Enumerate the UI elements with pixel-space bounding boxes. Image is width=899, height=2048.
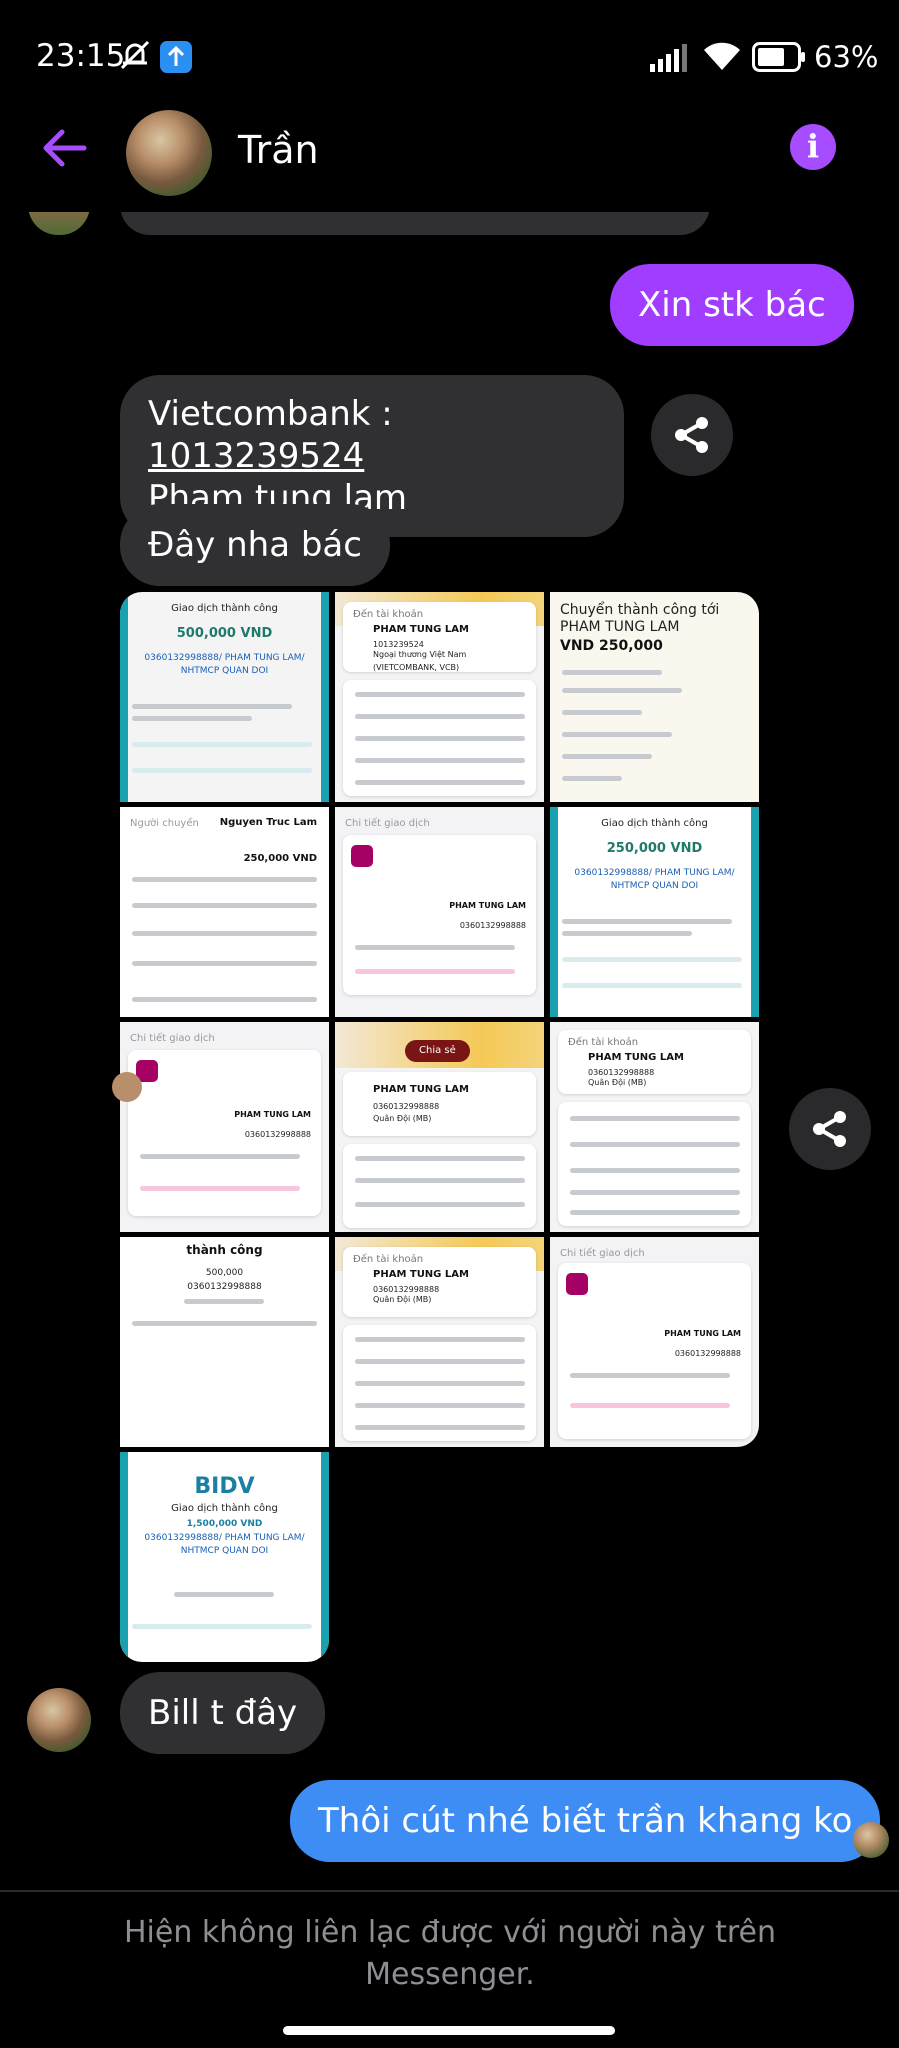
receipt-account: 0360132998888	[187, 1282, 262, 1292]
account-number-link[interactable]: 1013239524	[148, 436, 364, 476]
receipt-account: 0360132998888	[674, 1349, 741, 1358]
receipt-bank: Quân Đội (MB)	[373, 1295, 432, 1304]
muted-bell-icon	[120, 40, 150, 70]
wifi-icon	[704, 42, 740, 70]
status-time: 23:15	[36, 38, 126, 74]
message-bubble-outgoing[interactable]: Thôi cút nhé biết trần khang ko	[290, 1780, 881, 1862]
receipt-name: PHAM TUNG LAM	[373, 1084, 469, 1095]
receipt-image[interactable]: Chi tiết giao dịch PHAM TUNG LAM 0360132…	[335, 807, 544, 1017]
receipt-amount: 500,000	[205, 1268, 244, 1278]
receipt-account: 0360132998888/ PHAM TUNG LAM/ NHTMCP QUA…	[144, 1533, 305, 1556]
receipt-image[interactable]: Đến tài khoản PHAM TUNG LAM 036013299888…	[335, 1237, 544, 1447]
receipt-account: 0360132998888/ PHAM TUNG LAM/ NHTMCP QUA…	[144, 653, 305, 676]
receipt-image[interactable]: thành công 500,000 0360132998888	[120, 1237, 329, 1447]
share-chip: Chia sẻ	[405, 1040, 470, 1062]
share-icon	[675, 417, 708, 453]
message-text: Thôi cút nhé biết trần khang ko	[318, 1801, 853, 1841]
unavailable-notice: Hiện không liên lạc được với người này t…	[124, 1915, 776, 1992]
receipt-image[interactable]: Chia sẻ PHAM TUNG LAM 0360132998888 Quân…	[335, 1022, 544, 1232]
contact-avatar[interactable]	[27, 1688, 91, 1752]
receipt-account: 0360132998888	[459, 921, 526, 930]
receipt-title: Chi tiết giao dịch	[560, 1248, 645, 1259]
battery-icon	[752, 42, 805, 72]
receipt-name: PHAM TUNG LAM	[373, 624, 469, 635]
receipt-image[interactable]: Chuyển thành công tới PHAM TUNG LAM VND …	[550, 592, 759, 802]
info-icon[interactable]	[790, 124, 836, 170]
receipt-bank: Ngoại thương Việt Nam (VIETCOMBANK, VCB)	[373, 650, 467, 672]
receipt-amount: 1,500,000 VND	[186, 1519, 263, 1529]
receipt-amount: VND 250,000	[560, 638, 663, 654]
message-bubble-outgoing[interactable]: Xin stk bác	[610, 264, 854, 346]
receipt-title: Chuyển thành công tới PHAM TUNG LAM	[560, 602, 720, 635]
conversation-header: Trần	[0, 100, 899, 205]
receipt-name: PHAM TUNG LAM	[664, 1329, 741, 1338]
receipt-bank: Quân Đội (MB)	[373, 1114, 432, 1123]
signal-icon	[650, 44, 687, 72]
receipt-title: Chi tiết giao dịch	[345, 818, 430, 829]
back-arrow-icon[interactable]	[40, 126, 88, 170]
share-icon	[813, 1111, 846, 1147]
receipt-title: Đến tài khoản	[353, 1254, 424, 1265]
seen-avatar	[112, 1072, 142, 1102]
receipt-image[interactable]: Giao dịch thành công 250,000 VND 0360132…	[550, 807, 759, 1017]
receipt-title: Giao dịch thành công	[601, 818, 708, 829]
message-text: Đây nha bác	[148, 525, 362, 565]
receipt-title: thành công	[186, 1243, 263, 1257]
receipt-name: Nguyen Truc Lam	[219, 817, 317, 828]
receipt-amount: 500,000 VND	[176, 626, 273, 641]
receipt-name: PHAM TUNG LAM	[449, 901, 526, 910]
receipt-image[interactable]: Đến tài khoản PHAM TUNG LAM 036013299888…	[550, 1022, 759, 1232]
receipt-amount: 250,000 VND	[243, 853, 317, 864]
receipt-image[interactable]: Chi tiết giao dịch PHAM TUNG LAM 0360132…	[550, 1237, 759, 1447]
contact-name[interactable]: Trần	[238, 128, 319, 172]
notification-arrow-icon	[160, 41, 192, 73]
receipt-image[interactable]: Giao dịch thành công 500,000 VND 0360132…	[120, 592, 329, 802]
receipt-title: Đến tài khoản	[353, 609, 424, 620]
receipt-title: Giao dịch thành công	[171, 1503, 278, 1514]
bidv-logo: BIDV	[194, 1474, 255, 1499]
message-text: Vietcombank :	[148, 394, 393, 434]
receipt-title: Giao dịch thành công	[171, 603, 278, 614]
message-bubble-incoming[interactable]: Đây nha bác	[120, 504, 390, 586]
message-bubble-incoming[interactable]: Bill t đây	[120, 1672, 326, 1754]
receipt-title: Đến tài khoản	[568, 1037, 639, 1048]
receipt-image[interactable]: Chi tiết giao dịch PHAM TUNG LAM 0360132…	[120, 1022, 329, 1232]
receipt-amount: 250,000 VND	[606, 841, 703, 856]
seen-avatar	[853, 1822, 889, 1858]
share-button[interactable]	[651, 394, 733, 476]
message-text: Bill t đây	[148, 1693, 298, 1733]
battery-percent: 63%	[814, 40, 879, 74]
divider	[0, 1890, 899, 1892]
receipt-name: PHAM TUNG LAM	[373, 1269, 469, 1280]
status-bar: 23:15 63%	[0, 0, 899, 110]
receipt-image[interactable]: Đến tài khoản PHAM TUNG LAM 1013239524 N…	[335, 592, 544, 802]
receipt-image[interactable]: Người chuyển Nguyen Truc Lam 250,000 VND	[120, 807, 329, 1017]
receipt-bank: Quân Đội (MB)	[588, 1078, 647, 1087]
receipt-name: PHAM TUNG LAM	[234, 1110, 311, 1119]
receipt-account: 0360132998888/ PHAM TUNG LAM/ NHTMCP QUA…	[574, 868, 735, 891]
receipt-account: 0360132998888	[244, 1130, 311, 1139]
receipt-name: PHAM TUNG LAM	[588, 1052, 684, 1063]
receipt-image[interactable]: BIDV Giao dịch thành công 1,500,000 VND …	[120, 1452, 329, 1662]
home-indicator[interactable]	[283, 2026, 615, 2035]
message-text: Xin stk bác	[638, 285, 826, 325]
receipt-title: Chi tiết giao dịch	[130, 1033, 215, 1044]
contact-avatar[interactable]	[126, 110, 212, 196]
share-button[interactable]	[789, 1088, 871, 1170]
